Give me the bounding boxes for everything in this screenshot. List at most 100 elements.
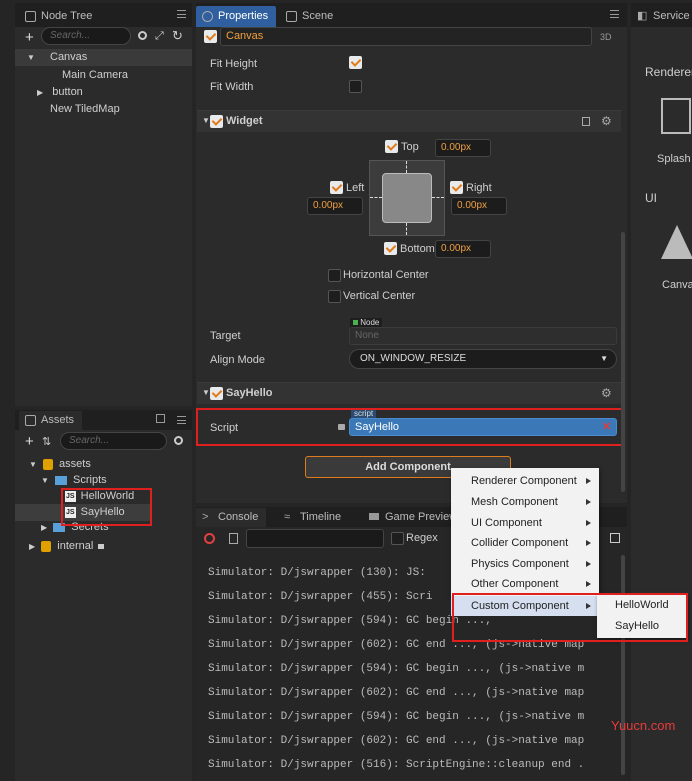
- vertical-center-label: Vertical Center: [343, 290, 416, 302]
- search-icon[interactable]: [138, 31, 147, 40]
- tree-item-internal[interactable]: ▶ internal: [29, 538, 105, 555]
- alignment-diagram: [369, 160, 445, 236]
- tree-item-canvas[interactable]: ▼ Canvas: [15, 49, 192, 66]
- bottom-input[interactable]: 0.00px: [435, 240, 491, 258]
- renderer-heading: Renderer: [645, 65, 692, 79]
- left-input[interactable]: 0.00px: [307, 197, 363, 215]
- tree-item-main-camera[interactable]: Main Camera: [62, 67, 128, 84]
- horizontal-center-label: Horizontal Center: [343, 269, 429, 281]
- fit-width-checkbox[interactable]: [349, 80, 362, 93]
- folder-icon: [53, 522, 66, 532]
- target-input[interactable]: None: [349, 327, 617, 345]
- tree-item-secrets[interactable]: ▶ Secrets: [41, 521, 109, 533]
- sayhello-section-header[interactable]: ▼ SayHello ⚙: [197, 382, 621, 404]
- tree-item-new-tiledmap[interactable]: New TiledMap: [50, 101, 120, 118]
- console-line: Simulator: D/jswrapper (602): GC end ...…: [208, 735, 585, 747]
- widget-enabled-checkbox[interactable]: [210, 115, 223, 128]
- menu-item-physics-component[interactable]: Physics Component: [451, 554, 599, 574]
- canvas-triangle-icon[interactable]: [661, 225, 692, 259]
- menu-item-other-component[interactable]: Other Component: [451, 574, 599, 594]
- align-mode-label: Align Mode: [210, 354, 266, 366]
- bottom-arrow: [406, 223, 407, 235]
- node-name-input[interactable]: Canvas: [220, 27, 592, 46]
- tree-item-scripts[interactable]: ▼ Scripts: [41, 472, 107, 489]
- clear-console-icon[interactable]: [204, 533, 215, 544]
- asset-search-input[interactable]: Search...: [60, 432, 167, 450]
- bottom-checkbox[interactable]: [384, 242, 397, 255]
- assets-menu-icon[interactable]: [177, 416, 186, 424]
- chevron-down-icon: ▼: [27, 53, 35, 62]
- menu-item-ui-component[interactable]: UI Component: [451, 513, 599, 533]
- popout-icon[interactable]: [156, 414, 165, 423]
- expand-icon[interactable]: ⤢: [155, 30, 164, 43]
- tree-item-sayhello[interactable]: JS SayHello: [15, 504, 152, 521]
- refresh-icon[interactable]: ↻: [172, 28, 183, 44]
- widget-section-header[interactable]: ▼ Widget ⚙: [197, 110, 621, 132]
- terminal-icon: >: [202, 511, 209, 523]
- script-input[interactable]: SayHello: [349, 418, 617, 436]
- collapse-icon[interactable]: [610, 533, 620, 543]
- menu-icon[interactable]: [177, 10, 186, 18]
- tab-service[interactable]: ◧ Service: [631, 6, 692, 27]
- settings-gear-icon[interactable]: ⚙: [601, 114, 612, 128]
- tab-scene[interactable]: Scene: [280, 6, 341, 27]
- submenu-item-sayhello[interactable]: SayHello: [597, 616, 687, 636]
- tab-console[interactable]: > Console: [196, 508, 267, 527]
- folder-icon: [54, 475, 67, 485]
- right-checkbox[interactable]: [450, 181, 463, 194]
- tree-item-helloworld[interactable]: JS HelloWorld: [65, 488, 134, 505]
- align-mode-select[interactable]: ON_WINDOW_RESIZE ▼: [349, 349, 617, 369]
- alignment-inner-box: [382, 173, 432, 223]
- regex-checkbox[interactable]: [391, 532, 404, 545]
- console-filter-input[interactable]: [246, 529, 384, 548]
- add-asset-button[interactable]: +: [25, 433, 34, 450]
- submenu-item-helloworld[interactable]: HelloWorld: [597, 595, 687, 615]
- tree-item-button[interactable]: ▶ button: [37, 84, 83, 101]
- menu-item-mesh-component[interactable]: Mesh Component: [451, 492, 599, 512]
- right-label: Right: [466, 182, 492, 194]
- tab-properties[interactable]: Properties: [196, 6, 277, 27]
- custom-component-item[interactable]: Custom Component: [451, 596, 599, 616]
- node-active-checkbox[interactable]: [204, 30, 217, 43]
- console-line: Simulator: D/jswrapper (594): GC begin .…: [208, 711, 585, 723]
- node-tree-panel: Node Tree + Search... ⤢ ↻ ▼ Canvas Main …: [15, 3, 192, 406]
- menu-item-renderer-component[interactable]: Renderer Component: [451, 471, 599, 491]
- tab-node-tree[interactable]: Node Tree: [19, 6, 100, 27]
- left-checkbox[interactable]: [330, 181, 343, 194]
- fit-height-checkbox[interactable]: [349, 56, 362, 69]
- regex-label: Regex: [406, 532, 438, 544]
- console-scrollbar[interactable]: [621, 555, 625, 775]
- sort-icon[interactable]: ⇅: [42, 435, 51, 448]
- asset-search-icon[interactable]: [174, 436, 183, 445]
- open-log-icon[interactable]: [229, 533, 238, 544]
- top-checkbox[interactable]: [385, 140, 398, 153]
- menu-item-collider-component[interactable]: Collider Component: [451, 533, 599, 553]
- tree-item-assets[interactable]: ▼ assets: [29, 456, 91, 473]
- node-search-input[interactable]: Search...: [41, 27, 131, 45]
- fit-width-label: Fit Width: [210, 81, 254, 93]
- sayhello-enabled-checkbox[interactable]: [210, 387, 223, 400]
- properties-menu-icon[interactable]: [610, 10, 619, 18]
- book-icon[interactable]: [582, 117, 590, 126]
- chevron-down-icon: ▼: [202, 388, 210, 397]
- menu-item-custom-component[interactable]: Custom Component: [451, 596, 599, 616]
- submenu-arrow-icon: [586, 540, 591, 546]
- tab-timeline[interactable]: ≈ Timeline: [278, 508, 349, 527]
- mode-3d-toggle[interactable]: 3D: [600, 32, 612, 42]
- console-line: Simulator: D/jswrapper (516): ScriptEngi…: [208, 759, 585, 771]
- vertical-center-checkbox[interactable]: [328, 290, 341, 303]
- dropdown-arrow-icon: ▼: [600, 354, 608, 363]
- watermark: Yuucn.com: [611, 718, 676, 733]
- node-tree-icon: [25, 11, 36, 22]
- horizontal-center-checkbox[interactable]: [328, 269, 341, 282]
- add-node-button[interactable]: +: [25, 29, 34, 46]
- target-label: Target: [210, 330, 241, 342]
- settings-gear-icon[interactable]: ⚙: [601, 386, 612, 400]
- splash-icon[interactable]: [661, 98, 691, 134]
- clear-script-icon[interactable]: ✕: [602, 420, 611, 433]
- tab-game-preview[interactable]: Game Preview: [363, 508, 465, 527]
- tab-assets[interactable]: Assets: [19, 411, 83, 430]
- properties-scrollbar[interactable]: [621, 232, 625, 492]
- top-input[interactable]: 0.00px: [435, 139, 491, 157]
- right-input[interactable]: 0.00px: [451, 197, 507, 215]
